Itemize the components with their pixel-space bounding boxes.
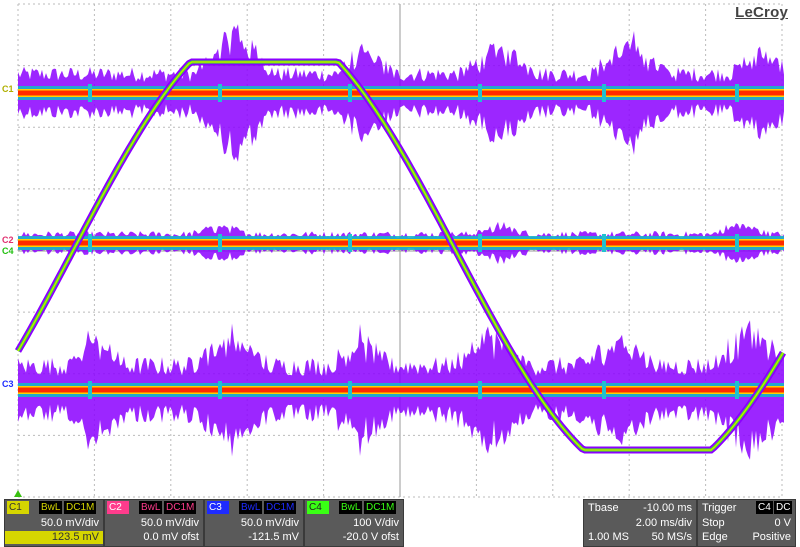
channel-c1-coupling: DC1M xyxy=(64,501,97,514)
c2-trace-glitch xyxy=(218,234,222,252)
c3-trace-glitch xyxy=(88,381,92,399)
c1-trace-glitch xyxy=(348,84,352,102)
channel-c3-coupling: DC1M xyxy=(264,501,297,514)
c3-marker[interactable]: C3 xyxy=(2,379,14,389)
c2-marker[interactable]: C2 xyxy=(2,235,14,245)
c2-trace-glitch xyxy=(88,234,92,252)
timebase-panel[interactable]: Tbase -10.00 ms 2.00 ms/div 1.00 MS 50 M… xyxy=(583,499,697,547)
trigger-type: Edge xyxy=(702,531,728,543)
trigger-position-marker xyxy=(14,490,22,497)
channel-c1-scale: 50.0 mV/div xyxy=(40,517,99,529)
channel-c4-panel[interactable]: C4 BwL DC1M 100 V/div -20.0 V ofst xyxy=(304,499,404,547)
trigger-coupling: DC xyxy=(774,501,793,514)
c1-trace-glitch xyxy=(218,84,222,102)
c2-trace-glitch xyxy=(735,234,739,252)
c2-trace-glitch xyxy=(478,234,482,252)
c3-trace-glitch xyxy=(735,381,739,399)
trigger-panel[interactable]: Trigger C4 DC Stop 0 V Edge Positive xyxy=(697,499,796,547)
timebase-label: Tbase xyxy=(588,502,619,514)
c1-marker[interactable]: C1 xyxy=(2,84,14,94)
brand-logo: LeCroy xyxy=(735,4,788,21)
c3-trace-glitch xyxy=(478,381,482,399)
status-bar: C1 BwL DC1M 50.0 mV/div 123.5 mV C2 BwL … xyxy=(0,499,800,547)
c2-trace-glitch xyxy=(348,234,352,252)
c3-trace-glitch xyxy=(218,381,222,399)
trigger-label: Trigger xyxy=(702,502,737,514)
c1-trace-core xyxy=(18,90,784,96)
timebase-delay: -10.00 ms xyxy=(643,502,692,514)
channel-c4-tag: C4 xyxy=(307,501,329,514)
c3-trace-glitch xyxy=(348,381,352,399)
c1-trace-glitch xyxy=(478,84,482,102)
channel-c1-panel[interactable]: C1 BwL DC1M 50.0 mV/div 123.5 mV xyxy=(4,499,104,547)
channel-c4-offset: -20.0 V ofst xyxy=(342,531,399,543)
c2-trace-core xyxy=(18,240,784,246)
c3-trace-core xyxy=(18,387,784,393)
channel-c2-offset: 0.0 mV ofst xyxy=(143,531,199,543)
channel-c3-panel[interactable]: C3 BwL DC1M 50.0 mV/div -121.5 mV xyxy=(204,499,304,547)
c1-trace-glitch xyxy=(88,84,92,102)
channel-c2-tag: C2 xyxy=(107,501,129,514)
trigger-mode: Stop xyxy=(702,517,725,529)
c3-trace-glitch xyxy=(602,381,606,399)
channel-c3-offset: -121.5 mV xyxy=(248,531,299,543)
channel-c3-scale: 50.0 mV/div xyxy=(240,517,299,529)
channel-c4-bwl: BwL xyxy=(339,501,363,514)
channel-c4-coupling: DC1M xyxy=(364,501,397,514)
channel-c2-scale: 50.0 mV/div xyxy=(140,517,199,529)
channel-c4-scale: 100 V/div xyxy=(353,517,399,529)
waveform-display: LeCroy C1 C2 C4 C3 xyxy=(0,0,800,499)
channel-c1-offset: 123.5 mV xyxy=(5,531,103,544)
channel-c2-coupling: DC1M xyxy=(164,501,197,514)
timebase-rate: 50 MS/s xyxy=(651,531,692,543)
timebase-scale: 2.00 ms/div xyxy=(635,517,692,529)
trigger-slope: Positive xyxy=(752,531,791,543)
c1-trace-glitch xyxy=(735,84,739,102)
channel-c1-bwl: BwL xyxy=(39,501,63,514)
channel-c3-tag: C3 xyxy=(207,501,229,514)
channel-c3-bwl: BwL xyxy=(239,501,263,514)
channel-c2-bwl: BwL xyxy=(139,501,163,514)
channel-c2-panel[interactable]: C2 BwL DC1M 50.0 mV/div 0.0 mV ofst xyxy=(104,499,204,547)
channel-c1-tag: C1 xyxy=(7,501,29,514)
trigger-source: C4 xyxy=(756,501,773,514)
waveform-plot xyxy=(14,3,787,498)
c2-trace-glitch xyxy=(602,234,606,252)
c1-trace-glitch xyxy=(602,84,606,102)
trigger-level: 0 V xyxy=(774,517,791,529)
c4-marker[interactable]: C4 xyxy=(2,246,14,256)
timebase-points: 1.00 MS xyxy=(588,531,629,543)
